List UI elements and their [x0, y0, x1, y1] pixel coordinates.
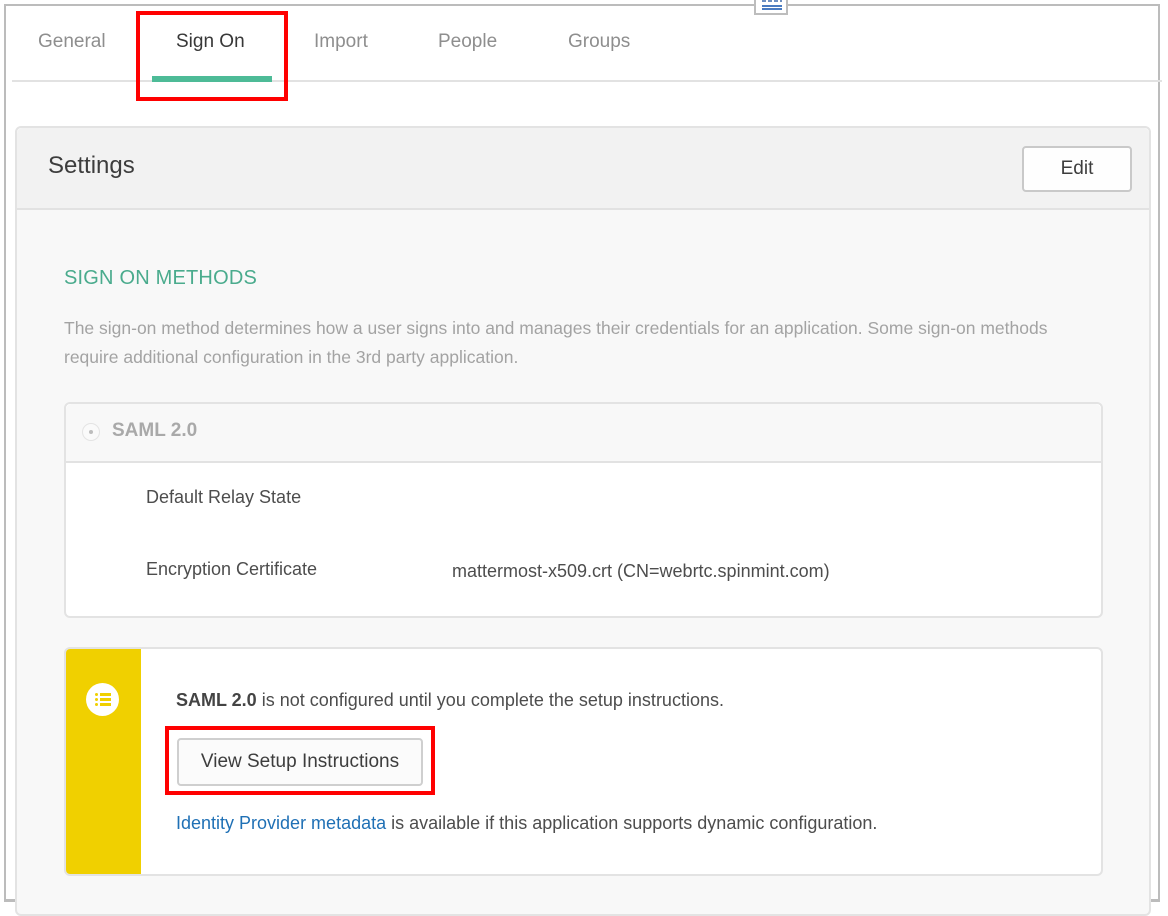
edit-button[interactable]: Edit: [1022, 146, 1132, 192]
notice-message: SAML 2.0 is not configured until you com…: [176, 690, 724, 711]
saml-method-header: SAML 2.0: [66, 404, 1101, 463]
encryption-certificate-value: mattermost-x509.crt (CN=webrtc.spinmint.…: [452, 561, 830, 581]
default-relay-state-label: Default Relay State: [146, 487, 302, 507]
sign-on-methods-heading: SIGN ON METHODS: [64, 267, 258, 289]
notice-message-text: is not configured until you complete the…: [256, 690, 724, 710]
collapse-handle-icon[interactable]: [754, 0, 788, 15]
tab-bar: General Sign On Import People Groups: [12, 14, 1162, 82]
tab-general[interactable]: General: [38, 31, 106, 53]
tab-people[interactable]: People: [438, 31, 497, 53]
tab-groups[interactable]: Groups: [568, 31, 630, 53]
metadata-message: Identity Provider metadata is available …: [176, 813, 877, 834]
saml-method-label: SAML 2.0: [112, 420, 198, 441]
view-setup-instructions-button[interactable]: View Setup Instructions: [177, 738, 423, 786]
list-icon: [86, 683, 119, 716]
saml-method-card: SAML 2.0 Default Relay State Encryption …: [64, 402, 1103, 618]
metadata-message-text: is available if this application support…: [386, 813, 878, 833]
identity-provider-metadata-link[interactable]: Identity Provider metadata: [176, 813, 386, 833]
notice-stripe: [66, 649, 141, 874]
tab-import[interactable]: Import: [314, 31, 368, 53]
tab-sign-on[interactable]: Sign On: [176, 31, 245, 53]
encryption-certificate-label: Encryption Certificate: [146, 559, 318, 579]
setup-notice: SAML 2.0 is not configured until you com…: [64, 647, 1103, 876]
sign-on-methods-description: The sign-on method determines how a user…: [64, 318, 1048, 367]
saml-radio-button[interactable]: [82, 423, 100, 441]
settings-title: Settings: [48, 152, 135, 179]
notice-method-name: SAML 2.0: [176, 690, 257, 710]
settings-header: Settings Edit: [17, 128, 1149, 210]
active-tab-indicator: [152, 76, 272, 82]
